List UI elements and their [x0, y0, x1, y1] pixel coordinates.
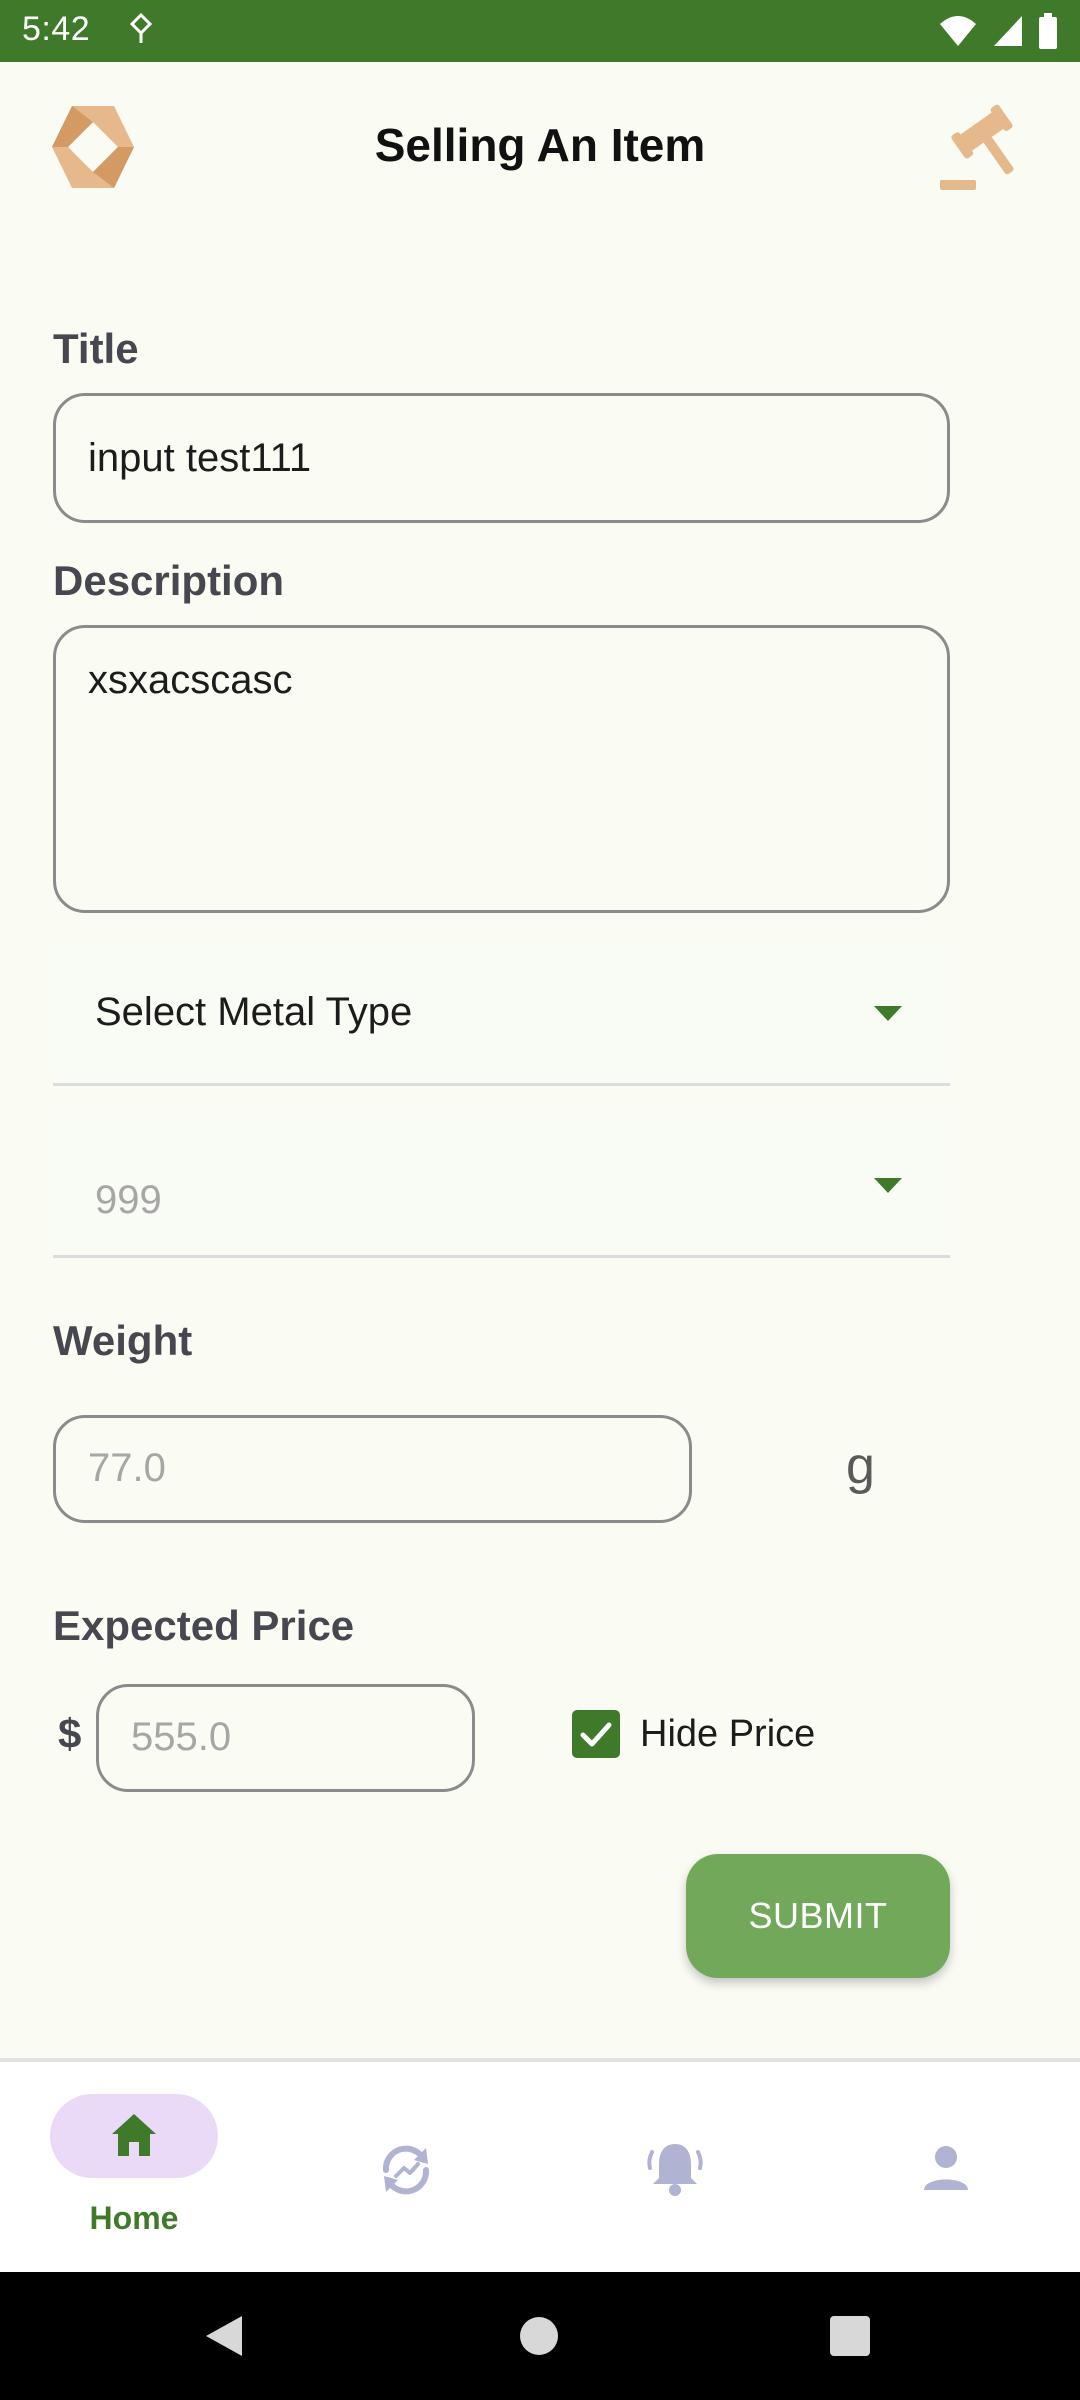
home-icon	[112, 2114, 156, 2156]
status-time: 5:42	[22, 10, 91, 48]
back-icon[interactable]	[204, 2314, 244, 2358]
title-input[interactable]: input test111	[53, 393, 950, 523]
wifi-icon	[940, 16, 976, 46]
purity-selected: 999	[95, 1178, 162, 1222]
nav-item-home[interactable]	[50, 2094, 218, 2178]
battery-icon	[1039, 13, 1057, 49]
location-icon	[129, 12, 153, 43]
price-placeholder: 555.0	[131, 1715, 232, 1759]
person-icon[interactable]	[918, 2140, 974, 2196]
hide-price-checkbox[interactable]	[572, 1710, 620, 1758]
metal-type-dropdown[interactable]: Select Metal Type	[53, 944, 950, 1086]
chevron-down-icon	[874, 1178, 902, 1193]
expected-price-label: Expected Price	[53, 1602, 355, 1649]
description-input-value: xsxacscasc	[88, 658, 293, 702]
currency-symbol: $	[58, 1710, 82, 1757]
purity-dropdown[interactable]: 999	[53, 1116, 950, 1258]
status-bar: 5:42	[0, 0, 1080, 62]
recents-icon[interactable]	[830, 2316, 870, 2356]
chevron-down-icon	[874, 1006, 902, 1021]
signal-icon	[994, 16, 1022, 46]
title-input-value: input test111	[88, 436, 312, 480]
metal-type-selected: Select Metal Type	[95, 990, 413, 1034]
status-icons	[938, 12, 1058, 50]
hide-price-label[interactable]: Hide Price	[640, 1713, 815, 1756]
auction-gavel-icon[interactable]	[940, 104, 1034, 194]
description-label: Description	[53, 557, 285, 604]
weight-placeholder: 77.0	[88, 1446, 166, 1490]
weight-label: Weight	[53, 1317, 193, 1364]
home-circle-icon[interactable]	[519, 2316, 559, 2356]
system-navigation-bar	[0, 2272, 1080, 2400]
bell-icon[interactable]	[644, 2138, 706, 2200]
page-title: Selling An Item	[374, 119, 706, 171]
description-input[interactable]: xsxacscasc	[53, 625, 950, 913]
weight-input[interactable]: 77.0	[53, 1415, 692, 1523]
submit-button[interactable]: SUBMIT	[686, 1854, 950, 1978]
price-input[interactable]: 555.0	[96, 1684, 475, 1792]
nav-item-home-label: Home	[89, 2200, 179, 2236]
weight-unit: g	[846, 1437, 875, 1495]
title-label: Title	[53, 325, 139, 372]
chart-refresh-icon[interactable]	[376, 2140, 436, 2200]
